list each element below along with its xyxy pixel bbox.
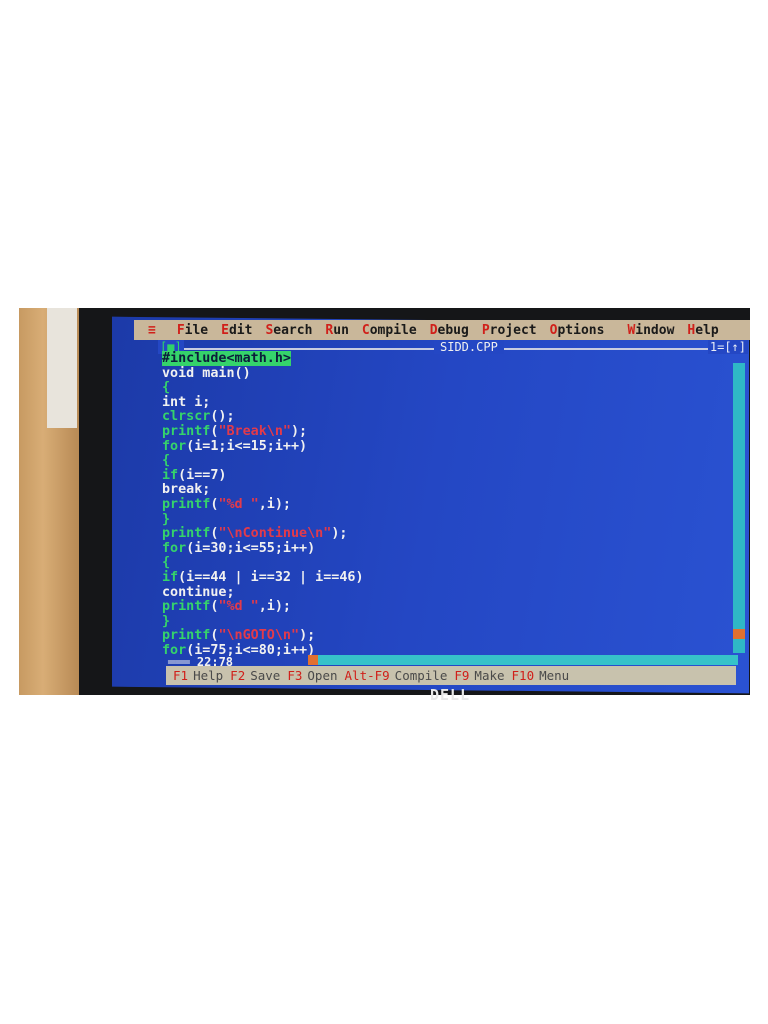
function-key-label: Help (193, 668, 224, 683)
menu-item[interactable]: File (177, 323, 208, 338)
menu-item[interactable]: Run (325, 323, 348, 338)
code-line[interactable]: { (162, 380, 722, 396)
menu-label: dit (228, 322, 253, 338)
code-line[interactable]: for(i=1;i<=15;i++) (162, 439, 722, 455)
menu-item[interactable]: Help (687, 323, 718, 338)
menu-label: earch (273, 322, 313, 338)
code-line[interactable]: } (162, 512, 722, 528)
code-editor[interactable]: #include<math.h> void main(){int i; clrscr… (162, 351, 722, 658)
code-line[interactable]: #include<math.h> (162, 351, 722, 367)
code-line[interactable]: { (162, 556, 722, 571)
menu-item[interactable]: Project (482, 323, 537, 338)
function-key-label: Save (250, 668, 281, 683)
highlighted-code-line: #include<math.h> (162, 351, 291, 366)
function-key[interactable]: Alt-F9 (345, 668, 390, 683)
vertical-scrollbar[interactable] (733, 363, 745, 653)
menu-item[interactable]: Window (627, 323, 674, 338)
code-line[interactable]: printf("\nContinue\n"); (162, 526, 722, 542)
code-line[interactable]: printf("%d ",i); (162, 497, 722, 513)
menu-hotkey: D (429, 322, 438, 338)
monitor-brand-logo: DELL (430, 686, 471, 704)
vertical-scroll-thumb[interactable] (733, 629, 745, 639)
menu-hotkey: C (361, 322, 370, 338)
function-key-label: Open (307, 668, 338, 683)
menu-label: ile (184, 322, 209, 338)
horizontal-scrollbar[interactable] (308, 655, 738, 665)
system-menu-icon[interactable]: ≡ (148, 323, 156, 338)
function-key-label: Menu (539, 668, 570, 683)
function-key[interactable]: F2 (230, 668, 245, 683)
code-line[interactable]: printf("\nGOTO\n"); (162, 628, 722, 644)
menu-item[interactable]: Debug (430, 323, 469, 338)
menu-item[interactable]: Options (550, 323, 605, 338)
code-line[interactable]: printf("Break\n"); (162, 424, 722, 440)
menu-label: elp (695, 322, 719, 338)
function-key-label: Make (474, 668, 505, 683)
function-key[interactable]: F9 (454, 668, 469, 683)
menu-label: ompile (369, 322, 417, 338)
menu-hotkey: P (481, 322, 490, 338)
code-line[interactable]: for(i=30;i<=55;i++) (162, 541, 722, 557)
menu-item[interactable]: Edit (221, 323, 252, 338)
function-key[interactable]: F1 (173, 668, 188, 683)
menu-label: un (333, 322, 349, 338)
wall-strip (47, 308, 77, 428)
menu-item[interactable]: Compile (362, 323, 417, 338)
menu-label: ptions (557, 322, 605, 338)
code-line[interactable]: if(i==7) (162, 468, 722, 484)
code-line[interactable]: if(i==44 | i==32 | i==46) (162, 570, 722, 586)
menu-hotkey: E (221, 322, 229, 338)
menu-label: indow (635, 322, 675, 338)
function-key-label: Compile (394, 668, 448, 683)
code-line[interactable]: clrscr(); (162, 410, 722, 425)
menu-bar: ≡ File Edit Search Run Compile Debug Project Op… (134, 320, 750, 340)
function-key[interactable]: F10 (512, 668, 535, 683)
menu-label: ebug (437, 322, 469, 338)
function-key[interactable]: F3 (287, 668, 302, 683)
menu-item[interactable]: Search (265, 323, 312, 338)
menu-label: roject (489, 322, 537, 338)
function-key-bar: F1 Help F2 Save F3 Open Alt-F9 Compile F9 Make F10… (166, 666, 736, 685)
code-line[interactable]: void main() (162, 366, 722, 382)
code-line[interactable]: { (162, 453, 722, 469)
menu-hotkey: F (176, 322, 185, 338)
horizontal-scroll-thumb[interactable] (308, 655, 318, 665)
code-line[interactable]: int i; (162, 395, 722, 411)
code-line[interactable]: continue; (162, 585, 722, 601)
code-line[interactable]: break; (162, 483, 722, 498)
code-line[interactable]: printf("%d ",i); (162, 599, 722, 615)
